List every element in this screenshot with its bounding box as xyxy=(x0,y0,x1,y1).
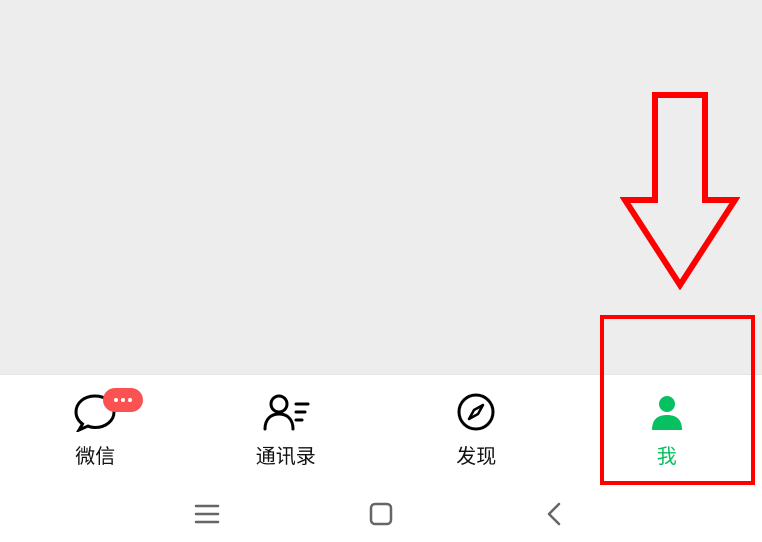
nav-home-button[interactable] xyxy=(363,496,399,532)
tab-discover[interactable]: 发现 xyxy=(381,375,572,486)
tab-discover-label: 发现 xyxy=(456,440,496,469)
tab-me[interactable]: 我 xyxy=(572,375,762,486)
content-area xyxy=(0,0,762,374)
bottom-tab-bar: 微信 通讯录 发现 我 xyxy=(0,374,762,486)
tab-chat[interactable]: 微信 xyxy=(0,375,191,486)
compass-icon xyxy=(456,392,496,432)
chat-icon xyxy=(73,392,117,432)
tab-chat-label: 微信 xyxy=(75,440,115,469)
system-nav-bar xyxy=(0,486,762,542)
badge-dots xyxy=(103,388,143,412)
person-icon xyxy=(647,392,687,432)
nav-back-button[interactable] xyxy=(537,496,573,532)
tab-contacts[interactable]: 通讯录 xyxy=(191,375,382,486)
tab-me-label: 我 xyxy=(657,440,677,469)
nav-menu-button[interactable] xyxy=(189,496,225,532)
contact-icon xyxy=(261,392,311,432)
tab-contacts-label: 通讯录 xyxy=(256,440,316,469)
